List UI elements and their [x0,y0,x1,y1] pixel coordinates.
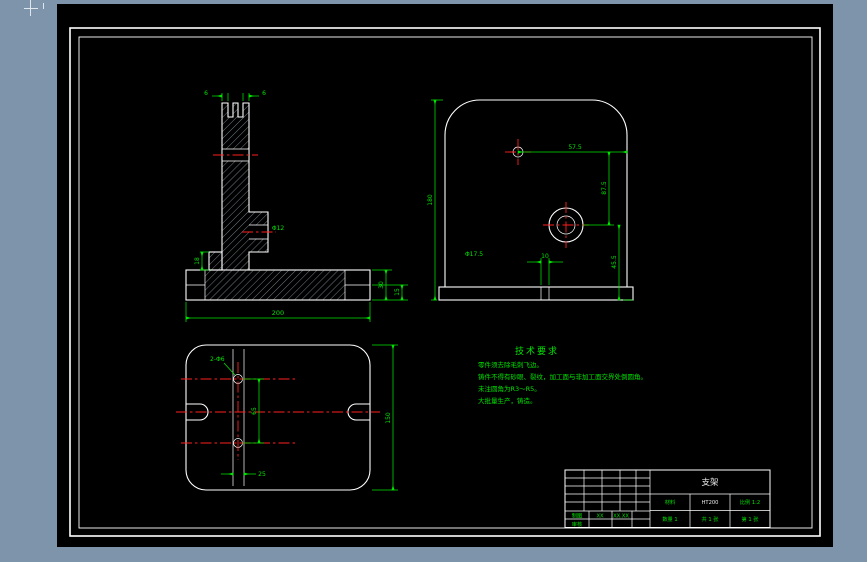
titleblock-qty: 数量 1 [662,515,677,523]
dim-slot-right: 6 [262,90,266,97]
dim-bore-label: Φ17.5 [465,251,483,258]
dim-wall: 25 [258,471,266,478]
dim-holes-label: 2-Φ6 [210,356,225,363]
dim-offset-top: 57.5 [568,144,582,151]
titleblock-checked-label: 审核 [572,520,582,528]
dim-flange-height: 15 [394,288,401,296]
titleblock-material: HT200 [702,500,719,506]
tech-line: 零件须去除毛刺飞边。 [478,360,543,369]
dim-depth: 150 [385,412,392,424]
cad-drawing: 6 6 Φ12 18 200 30 15 180 57.5 87.5 45.5 … [0,0,867,562]
titleblock-scale: 比例 1:2 [740,498,760,506]
dim-step: 18 [194,257,201,265]
dim-base-height: 30 [378,281,385,289]
titleblock-part-name: 支架 [701,477,719,488]
tech-line: 大批量生产，铸造。 [478,396,537,405]
dim-base-width: 200 [272,309,284,317]
dim-hole-centers: 65 [251,407,258,415]
titleblock-material-label: 材料 [665,498,675,506]
titleblock-drawn-name: XX [596,514,604,520]
dim-slot-left: 6 [204,90,208,97]
tech-title: 技术要求 [515,345,559,357]
dim-slot: 10 [541,253,549,260]
tech-line: 铸件不得有砂眼、裂纹，加工面与非加工面交界处倒圆角。 [478,372,647,381]
dim-boss-bore: Φ12 [272,225,285,232]
dim-offset-bottom: 45.5 [611,255,618,269]
tech-line: 未注圆角为R3～R5。 [478,384,541,393]
titleblock-sheets: 共 1 张 [702,515,720,523]
titleblock-sheet-no: 第 1 张 [742,515,760,523]
dim-centers: 87.5 [601,181,608,195]
titleblock-drawn-date: XX.XX [613,514,629,520]
cad-viewport[interactable]: 6 6 Φ12 18 200 30 15 180 57.5 87.5 45.5 … [0,0,867,562]
titleblock-drawn-label: 制图 [572,512,582,520]
dim-height: 180 [427,194,434,206]
